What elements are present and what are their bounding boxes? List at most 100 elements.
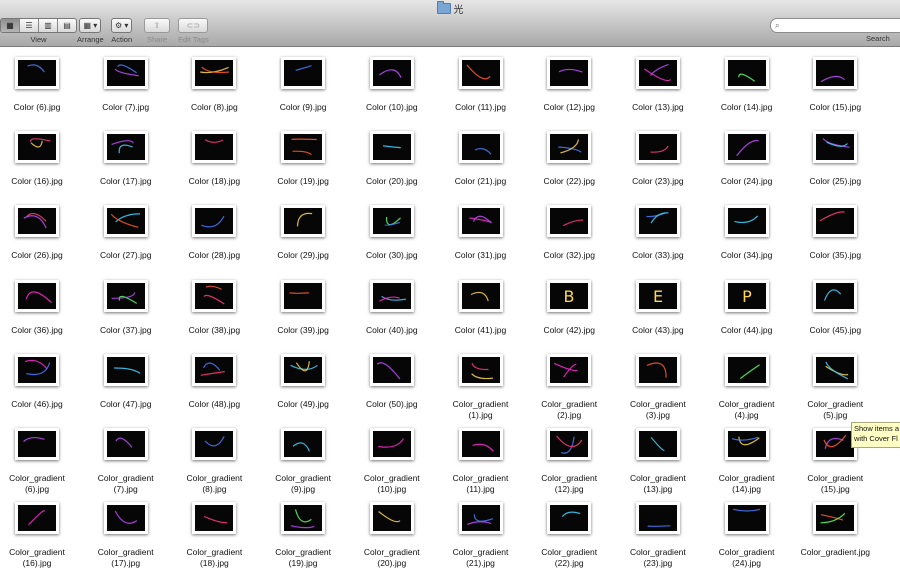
window-title-bar: 光 [0, 0, 900, 16]
list-view-icon[interactable]: ☰ [20, 19, 39, 32]
file-item[interactable]: Color_gradient (23).jpg [614, 494, 702, 569]
file-item[interactable]: Color_gradient (2).jpg [525, 346, 613, 421]
cover-flow-icon[interactable]: ▤ [58, 19, 76, 32]
file-item[interactable]: Color_gradient (5).jpg [791, 346, 879, 421]
file-item[interactable]: Color_gradient (14).jpg [703, 420, 791, 495]
file-item[interactable]: P Color (44).jpg [703, 272, 791, 336]
file-item[interactable]: Color_gradient (17).jpg [82, 494, 170, 569]
file-item[interactable]: Color (8).jpg [170, 49, 258, 113]
file-item[interactable]: Color (21).jpg [437, 123, 525, 187]
file-name: Color (18).jpg [188, 176, 241, 187]
file-item[interactable]: Color (45).jpg [791, 272, 879, 336]
file-item[interactable]: Color_gradient (9).jpg [259, 420, 347, 495]
image-thumbnail: P [724, 279, 769, 312]
light-trail-image [819, 211, 846, 222]
file-item[interactable]: Color (46).jpg [0, 346, 81, 410]
file-item[interactable]: Color (14).jpg [703, 49, 791, 113]
light-trail-image [296, 213, 313, 227]
light-trail [646, 362, 667, 378]
file-item[interactable]: Color (33).jpg [614, 197, 702, 261]
file-item[interactable]: Color_gradient (19).jpg [259, 494, 347, 569]
image-thumbnail [192, 131, 237, 164]
file-item[interactable]: Color (11).jpg [437, 49, 525, 113]
file-item[interactable]: Color_gradient (10).jpg [348, 420, 436, 495]
file-item[interactable]: Color (41).jpg [437, 272, 525, 336]
file-item[interactable]: Color_gradient (16).jpg [0, 494, 81, 569]
column-view-icon[interactable]: ▥ [39, 19, 58, 32]
arrange-button[interactable]: ▦ ▾ [79, 18, 102, 33]
file-item[interactable]: Color_gradient (18).jpg [170, 494, 258, 569]
file-item[interactable]: Color (40).jpg [348, 272, 436, 336]
file-item[interactable]: Color_gradient.jpg [791, 494, 879, 558]
share-control: ⇪ Share [144, 18, 170, 44]
file-item[interactable]: B Color (42).jpg [525, 272, 613, 336]
file-item[interactable]: Color (35).jpg [791, 197, 879, 261]
file-item[interactable]: Color (15).jpg [791, 49, 879, 113]
file-item[interactable]: Color (19).jpg [259, 123, 347, 187]
file-item[interactable]: Color (48).jpg [170, 346, 258, 410]
light-letter: P [742, 287, 752, 306]
file-item[interactable]: Color (36).jpg [0, 272, 81, 336]
file-item[interactable]: Color_gradient (22).jpg [525, 494, 613, 569]
file-item[interactable]: E Color (43).jpg [614, 272, 702, 336]
image-thumbnail [547, 205, 592, 238]
file-item[interactable]: Color (22).jpg [525, 123, 613, 187]
file-item[interactable]: Color_gradient (6).jpg [0, 420, 81, 495]
file-item[interactable]: Color (16).jpg [0, 123, 81, 187]
file-item[interactable]: Color (28).jpg [170, 197, 258, 261]
file-name: Color (46).jpg [11, 398, 63, 409]
file-item[interactable]: Color (50).jpg [348, 346, 436, 410]
file-item[interactable]: Color (38).jpg [170, 272, 258, 336]
light-trail [295, 64, 313, 71]
file-item[interactable]: Color (7).jpg [82, 49, 170, 113]
file-item[interactable]: Color (10).jpg [348, 49, 436, 113]
file-item[interactable]: Color_gradient (24).jpg [703, 494, 791, 569]
file-item[interactable]: Color_gradient (11).jpg [437, 420, 525, 495]
file-item[interactable]: Color (13).jpg [614, 49, 702, 113]
file-item[interactable]: Color_gradient (21).jpg [437, 494, 525, 569]
file-item[interactable]: Color (6).jpg [0, 49, 81, 113]
share-button[interactable]: ⇪ [144, 18, 170, 33]
image-thumbnail [724, 428, 769, 460]
file-item[interactable]: Color_gradient (8).jpg [170, 420, 258, 495]
file-item[interactable]: Color (20).jpg [348, 123, 436, 187]
file-item[interactable]: Color (18).jpg [170, 123, 258, 187]
light-trail-image [646, 212, 669, 224]
file-item[interactable]: Color (25).jpg [791, 123, 879, 187]
file-item[interactable]: Color (31).jpg [437, 197, 525, 261]
light-trail [824, 437, 845, 449]
light-trail-image [291, 138, 317, 156]
file-item[interactable]: Color (47).jpg [82, 346, 170, 410]
file-item[interactable]: Color (49).jpg [259, 346, 347, 410]
file-item[interactable]: Color (24).jpg [703, 123, 791, 187]
light-trail-image [200, 362, 226, 376]
file-item[interactable]: Color (37).jpg [82, 272, 170, 336]
file-item[interactable]: Color_gradient (4).jpg [703, 346, 791, 421]
file-item[interactable]: Color (26).jpg [0, 197, 81, 261]
light-trail-image: E [653, 287, 663, 306]
file-item[interactable]: Color_gradient (3).jpg [614, 346, 702, 421]
file-item[interactable]: Color (30).jpg [348, 197, 436, 261]
file-item[interactable]: Color_gradient (7).jpg [82, 420, 170, 495]
share-icon: ⇪ [153, 21, 161, 30]
file-item[interactable]: Color (32).jpg [525, 197, 613, 261]
file-item[interactable]: Color (17).jpg [82, 123, 170, 187]
file-item[interactable]: Color_gradient (1).jpg [437, 346, 525, 421]
file-item[interactable]: Color (29).jpg [259, 197, 347, 261]
icon-view-icon[interactable]: ▦ [1, 19, 20, 32]
file-item[interactable]: Color_gradient (12).jpg [525, 420, 613, 495]
file-item[interactable]: Color_gradient (13).jpg [614, 420, 702, 495]
file-item[interactable]: Color (9).jpg [259, 49, 347, 113]
file-item[interactable]: Color (27).jpg [82, 197, 170, 261]
tooltip-line-2: with Cover Fl [854, 434, 898, 443]
file-item[interactable]: Color_gradient (20).jpg [348, 494, 436, 569]
finder-toolbar: ▦ ☰ ▥ ▤ View ▦ ▾ Arrange ⚙ ▾ Action ⇪ Sh… [0, 16, 900, 47]
edit-tags-button[interactable]: ⊂⊃ [178, 18, 209, 33]
file-item[interactable]: Color (12).jpg [525, 49, 613, 113]
file-item[interactable]: Color (39).jpg [259, 272, 347, 336]
action-button[interactable]: ⚙ ▾ [111, 18, 133, 33]
file-item[interactable]: Color (23).jpg [614, 123, 702, 187]
search-input[interactable] [781, 20, 896, 31]
image-thumbnail [458, 502, 503, 535]
file-item[interactable]: Color (34).jpg [703, 197, 791, 261]
